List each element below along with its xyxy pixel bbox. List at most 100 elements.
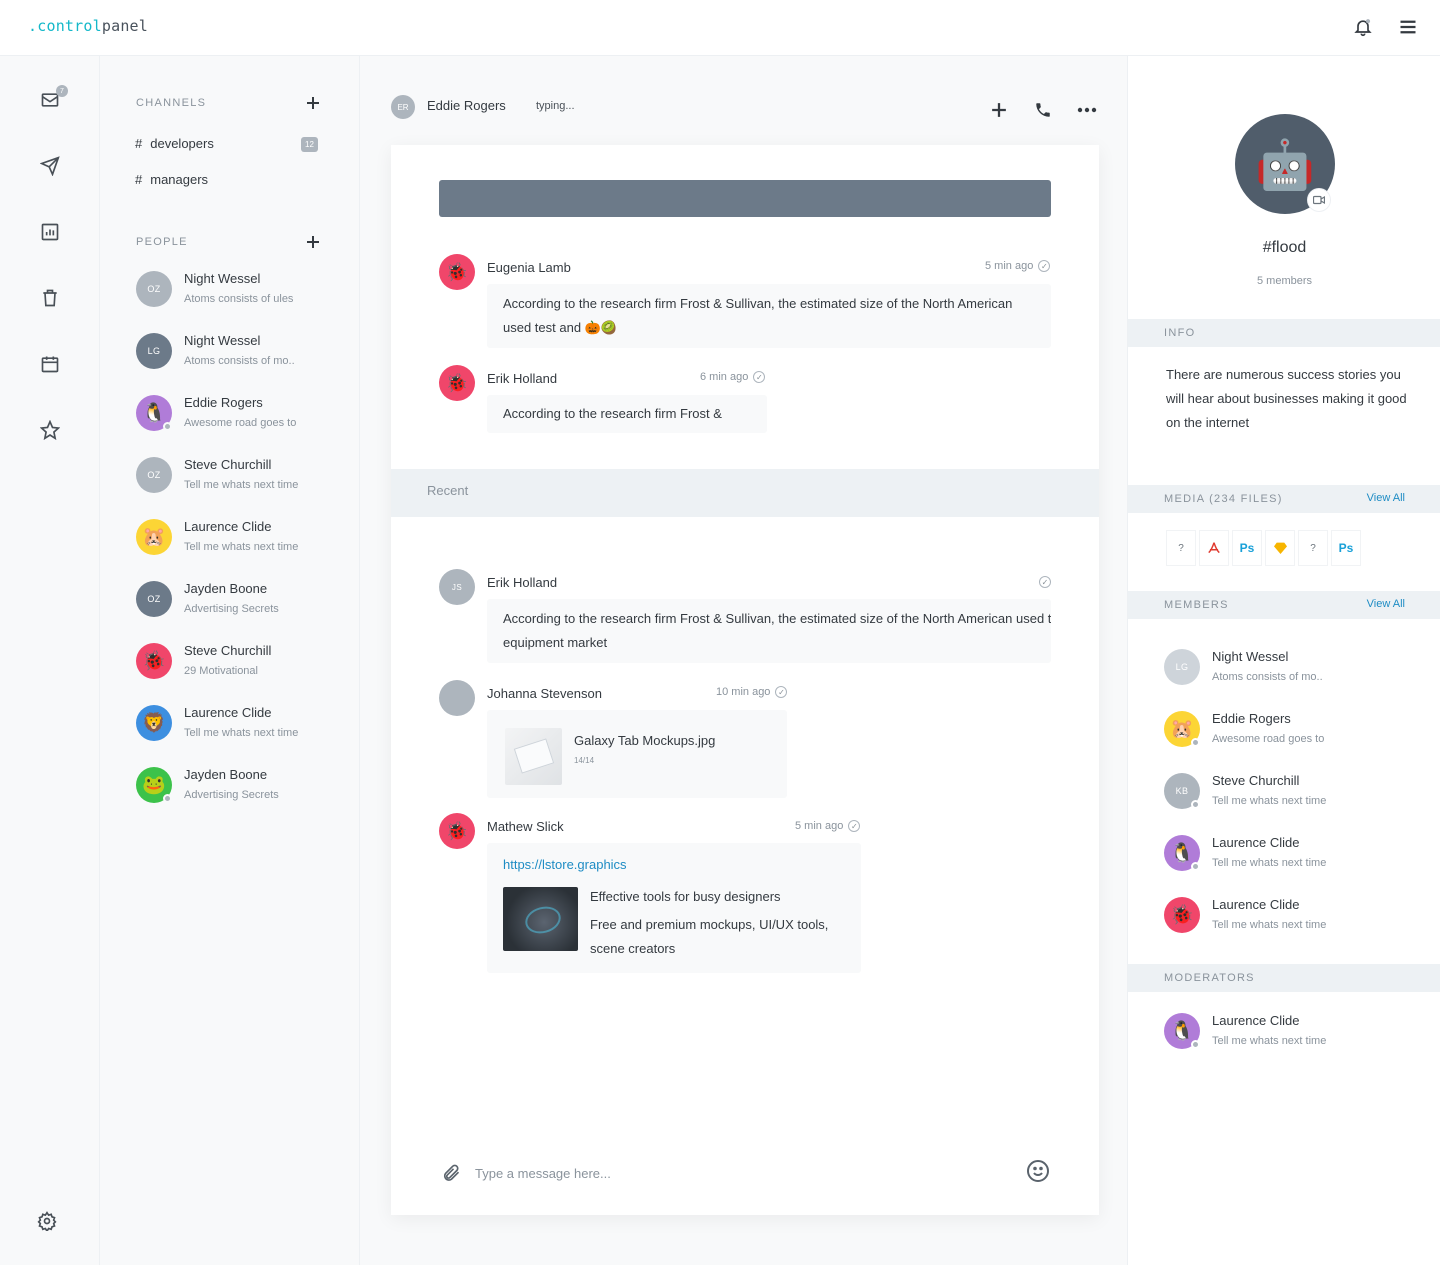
calendar-icon[interactable] xyxy=(39,353,61,375)
person-item[interactable]: LG Night Wessel Atoms consists of mo.. xyxy=(136,333,376,377)
message-time: 5 min ago ✓ xyxy=(795,820,861,832)
gear-icon[interactable] xyxy=(36,1210,58,1232)
message-input[interactable] xyxy=(475,1164,975,1182)
avatar[interactable]: 🦁 xyxy=(136,705,172,741)
person-name: Jayden Boone xyxy=(184,581,268,596)
person-subtitle: Tell me whats next time xyxy=(1212,1035,1327,1047)
status-dot xyxy=(1191,800,1200,809)
hamburger-icon[interactable] xyxy=(1397,16,1419,38)
person-item[interactable]: 🐞 Laurence Clide Tell me whats next time xyxy=(1164,897,1404,941)
channel-sidebar: CHANNELS # developers 12 # managers PEOPLE… xyxy=(100,56,360,1265)
recent-divider: Recent xyxy=(391,469,1099,517)
person-item[interactable]: 🐧 Laurence Clide Tell me whats next time xyxy=(1164,1013,1404,1057)
star-icon[interactable] xyxy=(39,419,61,441)
emoji-icon[interactable] xyxy=(1026,1159,1050,1183)
person-name: Night Wessel xyxy=(1212,649,1289,664)
person-item[interactable]: 🐞 Steve Churchill 29 Motivational xyxy=(136,643,376,687)
trash-icon[interactable] xyxy=(39,287,61,309)
add-person-icon[interactable] xyxy=(306,235,322,251)
header-contact-name[interactable]: Eddie Rogers xyxy=(427,98,506,113)
link-title[interactable]: Effective tools for busy designers xyxy=(590,886,781,908)
sketch-icon[interactable] xyxy=(1265,530,1295,566)
add-channel-icon[interactable] xyxy=(306,96,322,112)
avatar[interactable] xyxy=(439,680,475,716)
avatar[interactable]: OZ xyxy=(136,581,172,617)
app-logo[interactable]: .controlpanel xyxy=(28,17,148,35)
channel-count-badge: 12 xyxy=(301,137,318,152)
unknown-file-icon[interactable]: ? xyxy=(1166,530,1196,566)
media-list: ? Ps ? Ps xyxy=(1166,530,1361,566)
read-check-icon: ✓ xyxy=(1038,260,1051,272)
file-attachment[interactable]: Galaxy Tab Mockups.jpg 14/14 xyxy=(487,710,787,798)
link-image[interactable] xyxy=(503,887,578,951)
message-time: 10 min ago ✓ xyxy=(716,686,788,698)
photoshop-icon[interactable]: Ps xyxy=(1331,530,1361,566)
emoji-icons: 🎃🥝 xyxy=(584,320,618,335)
header-avatar[interactable]: ER xyxy=(391,95,415,119)
avatar[interactable]: 🐹 xyxy=(136,519,172,555)
person-subtitle: Tell me whats next time xyxy=(1212,795,1327,807)
typing-status: typing... xyxy=(536,100,575,112)
message-author[interactable]: Johanna Stevenson xyxy=(487,686,602,701)
person-item[interactable]: 🐸 Jayden Boone Advertising Secrets xyxy=(136,767,376,811)
person-subtitle: Tell me whats next time xyxy=(184,479,299,491)
channel-managers[interactable]: # managers xyxy=(135,172,208,187)
message-author[interactable]: Erik Holland xyxy=(487,575,557,590)
avatar[interactable]: OZ xyxy=(136,271,172,307)
avatar[interactable]: LG xyxy=(136,333,172,369)
person-item[interactable]: LG Night Wessel Atoms consists of mo.. xyxy=(1164,649,1404,693)
message-time: 6 min ago ✓ xyxy=(700,371,766,383)
media-section-title: MEDIA (234 FILES) View All xyxy=(1128,485,1440,513)
pdf-icon[interactable] xyxy=(1199,530,1229,566)
message-author[interactable]: Erik Holland xyxy=(487,371,557,386)
avatar[interactable]: 🐞 xyxy=(136,643,172,679)
message-author[interactable]: Mathew Slick xyxy=(487,819,564,834)
avatar[interactable]: OZ xyxy=(136,457,172,493)
file-meta: 14/14 xyxy=(574,756,595,765)
person-item[interactable]: 🐧 Eddie Rogers Awesome road goes to xyxy=(136,395,376,439)
file-name[interactable]: Galaxy Tab Mockups.jpg xyxy=(574,732,715,750)
video-camera-icon[interactable] xyxy=(1308,189,1330,211)
person-subtitle: Tell me whats next time xyxy=(184,541,299,553)
link-url[interactable]: https://lstore.graphics xyxy=(503,855,627,875)
add-icon[interactable] xyxy=(988,99,1010,121)
person-name: Night Wessel xyxy=(184,271,261,286)
avatar[interactable]: JS xyxy=(439,569,475,605)
person-subtitle: Tell me whats next time xyxy=(184,727,299,739)
person-item[interactable]: 🐧 Laurence Clide Tell me whats next time xyxy=(1164,835,1404,879)
avatar[interactable]: 🐞 xyxy=(439,254,475,290)
person-item[interactable]: OZ Steve Churchill Tell me whats next ti… xyxy=(136,457,376,501)
phone-icon[interactable] xyxy=(1032,99,1054,121)
avatar[interactable]: LG xyxy=(1164,649,1200,685)
person-item[interactable]: OZ Jayden Boone Advertising Secrets xyxy=(136,581,376,625)
person-subtitle: Atoms consists of ules xyxy=(184,293,294,305)
person-item[interactable]: 🦁 Laurence Clide Tell me whats next time xyxy=(136,705,376,749)
person-subtitle: 29 Motivational xyxy=(184,665,258,677)
more-icon[interactable] xyxy=(1076,99,1098,121)
chart-icon[interactable] xyxy=(39,221,61,243)
file-thumbnail[interactable] xyxy=(505,728,562,785)
link-preview[interactable]: https://lstore.graphics Effective tools … xyxy=(487,843,861,973)
person-item[interactable]: 🐹 Laurence Clide Tell me whats next time xyxy=(136,519,376,563)
message-author[interactable]: Eugenia Lamb xyxy=(487,260,571,275)
send-icon[interactable] xyxy=(39,155,61,177)
read-check-icon: ✓ xyxy=(753,371,766,383)
channel-developers[interactable]: # developers xyxy=(135,136,214,151)
avatar[interactable]: 🐞 xyxy=(439,365,475,401)
bell-icon[interactable] xyxy=(1352,16,1374,38)
members-view-all-link[interactable]: View All xyxy=(1367,598,1405,610)
link-description: Free and premium mockups, UI/UX tools, s… xyxy=(590,917,829,956)
avatar[interactable]: 🐞 xyxy=(439,813,475,849)
avatar[interactable]: 🐞 xyxy=(1164,897,1200,933)
media-view-all-link[interactable]: View All xyxy=(1367,492,1405,504)
paperclip-icon[interactable] xyxy=(441,1163,461,1183)
person-item[interactable]: KB Steve Churchill Tell me whats next ti… xyxy=(1164,773,1404,817)
info-section-title: INFO xyxy=(1128,319,1440,347)
read-check-icon: ✓ xyxy=(1039,576,1051,588)
photoshop-icon[interactable]: Ps xyxy=(1232,530,1262,566)
person-item[interactable]: OZ Night Wessel Atoms consists of ules xyxy=(136,271,376,315)
unknown-file-icon[interactable]: ? xyxy=(1298,530,1328,566)
person-subtitle: Awesome road goes to xyxy=(1212,733,1325,745)
person-item[interactable]: 🐹 Eddie Rogers Awesome road goes to xyxy=(1164,711,1404,755)
status-dot xyxy=(1191,1040,1200,1049)
